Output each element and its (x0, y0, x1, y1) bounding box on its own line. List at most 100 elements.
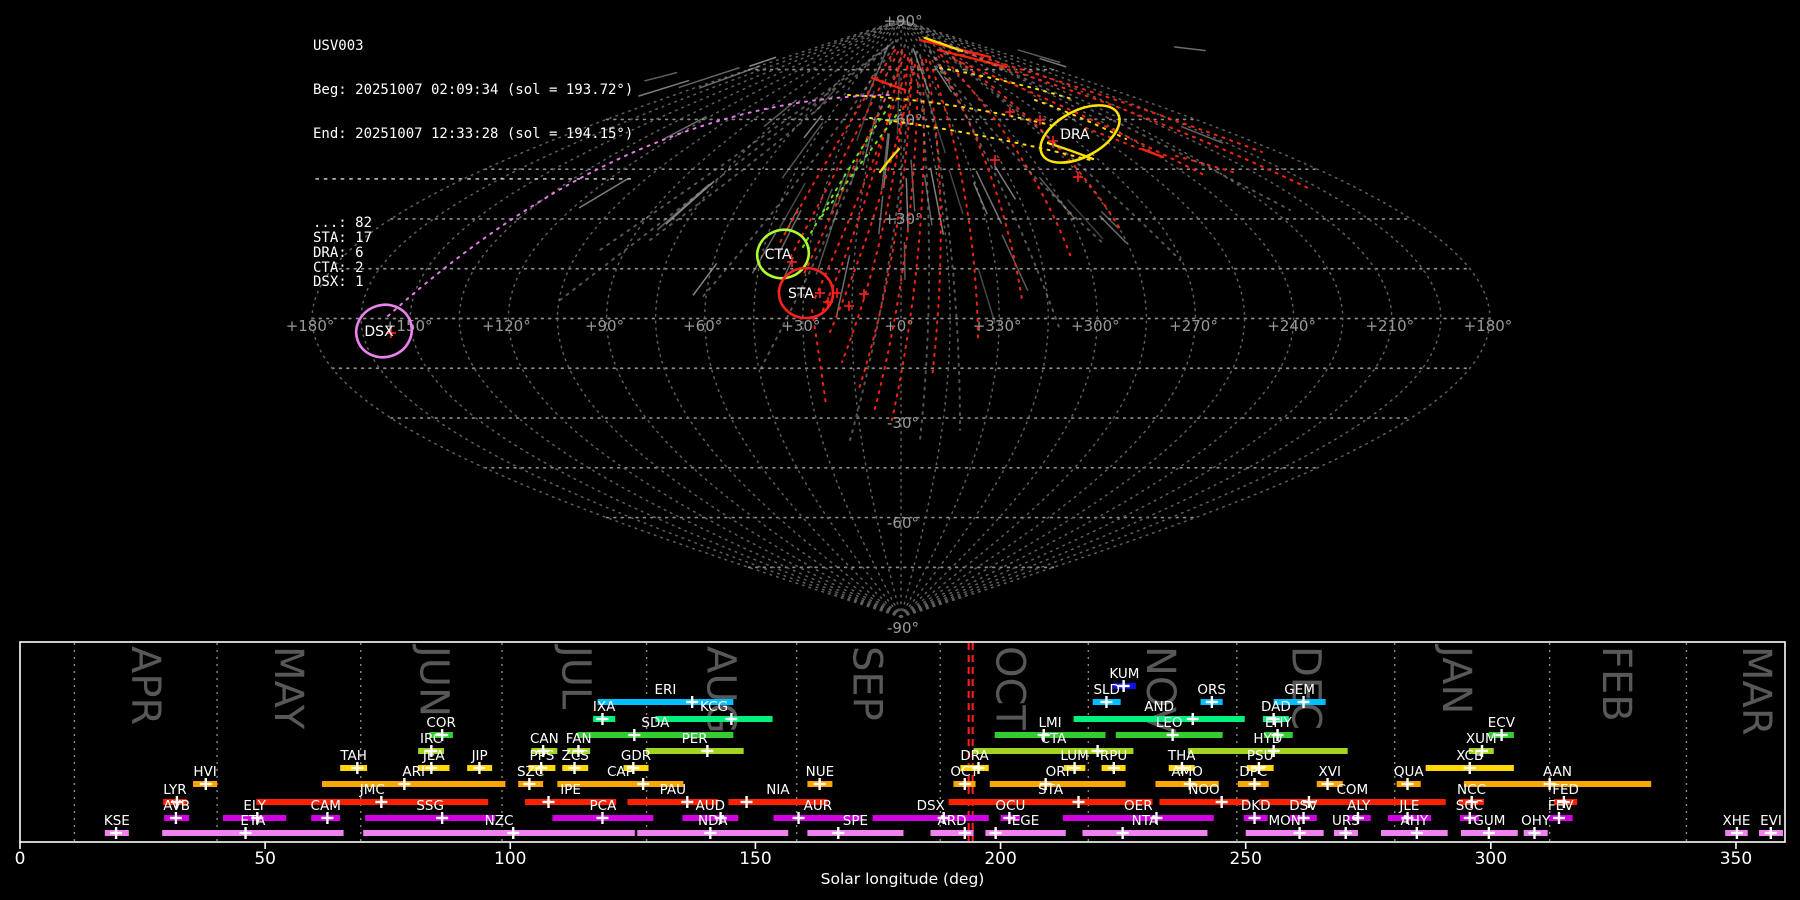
sporadic-meteor-segment (644, 71, 678, 82)
month-label: MAR (1733, 646, 1779, 736)
shower-label-pps: PPS (529, 748, 554, 764)
shower-label-ahy: AHY (1401, 813, 1429, 829)
latitude-label: +90° (883, 12, 922, 30)
sporadic-meteor-segment (1098, 215, 1128, 244)
radiant-activity-screen: { "header": { "station": "USV003", "beg"… (0, 0, 1800, 900)
shower-label-xcb: XCB (1456, 748, 1483, 764)
shower-label-jmc: JMC (359, 782, 385, 798)
shower-label-ocu: OCU (995, 798, 1025, 814)
shower-label-xvi: XVI (1319, 764, 1341, 780)
shower-label-xum: XUM (1466, 731, 1497, 747)
shower-bar-ssg (365, 815, 496, 821)
meteor-track (945, 51, 1123, 233)
shower-label-irc: IRC (420, 731, 442, 747)
sporadic-meteor-segment (656, 183, 710, 231)
shower-label-per: PER (682, 731, 708, 747)
shower-label-amo: AMO (1171, 764, 1203, 780)
shower-label-kum: KUM (1109, 666, 1139, 682)
shower-label-fan: FAN (566, 731, 592, 747)
shower-label-avb: AVB (163, 798, 190, 814)
shower-label-cap: CAP (607, 764, 634, 780)
shower-label-noo: NOO (1188, 782, 1219, 798)
shower-label-ecv: ECV (1488, 715, 1516, 731)
shower-label-psu: PSU (1247, 748, 1274, 764)
shower-label-qua: QUA (1394, 764, 1425, 780)
radiant-map-and-timeline: +180° +150° +120° +90° +60° +30° +0° +330° +300°… (15, 12, 1786, 888)
shower-label-urs: URS (1332, 813, 1360, 829)
shower-bar-eta (162, 830, 344, 836)
shower-label-xhe: XHE (1722, 813, 1750, 829)
latitude-label: -90° (887, 619, 919, 637)
shower-bar-dsx (872, 815, 989, 821)
count-line: STA: 17 (313, 229, 373, 246)
count-line: DRA: 6 (313, 244, 364, 261)
axis-tick-label: 200 (984, 849, 1016, 869)
axis-title: Solar longitude (deg) (821, 870, 985, 888)
meteor-track (870, 76, 907, 92)
longitude-label: +180° (286, 317, 335, 335)
shower-label-nzc: NZC (485, 813, 514, 829)
latitude-label: -60° (887, 514, 919, 532)
longitude-label: +90° (585, 317, 624, 335)
meteor-track (924, 44, 1106, 246)
meteor-track (923, 36, 964, 53)
shower-label-gdr: GDR (621, 748, 651, 764)
sporadic-meteor-segment (948, 169, 964, 215)
shower-label-hyd: HYD (1253, 731, 1282, 747)
radiant-label-dsx: DSX (364, 324, 394, 340)
shower-label-ors: ORS (1197, 682, 1226, 698)
shower-label-oct: OCT (950, 764, 979, 780)
longitude-label: +270° (1169, 317, 1218, 335)
shower-label-pca: PCA (590, 798, 618, 814)
shower-label-hvi: HVI (193, 764, 216, 780)
count-line: DSX: 1 (313, 274, 364, 291)
shower-label-dpc: DPC (1239, 764, 1267, 780)
shower-label-cta: CTA (1041, 731, 1068, 747)
shower-bar-per (645, 748, 744, 754)
shower-label-nda: NDA (698, 813, 728, 829)
month-label: MAY (265, 646, 311, 730)
sporadic-meteor-segment (910, 159, 916, 212)
shower-label-pau: PAU (660, 782, 686, 798)
shower-bar-sta (948, 799, 1153, 805)
shower-label-eri: ERI (654, 682, 676, 698)
radiant-label-dra: DRA (1060, 127, 1090, 143)
shower-label-szc: SZC (517, 764, 544, 780)
shower-bar-ari (322, 781, 506, 787)
shower-label-ely: ELY (243, 798, 266, 814)
shower-label-aan: AAN (1543, 764, 1572, 780)
shower-label-nta: NTA (1132, 813, 1159, 829)
shower-label-zcs: ZCS (562, 748, 589, 764)
meteor-track (649, 41, 894, 241)
longitude-label: +120° (482, 317, 531, 335)
shower-label-spe: SPE (843, 813, 868, 829)
axis-tick-label: 100 (494, 849, 526, 869)
axis-tick-label: 150 (739, 849, 771, 869)
shower-label-tah: TAH (339, 748, 367, 764)
shower-label-ehy: EHY (1265, 715, 1293, 731)
longitude-label: +60° (683, 317, 722, 335)
shower-label-ari: ARI (402, 764, 425, 780)
count-line: ...: 82 (313, 215, 373, 232)
month-label: OCT (986, 646, 1032, 730)
shower-label-aud: AUD (696, 798, 726, 814)
longitude-label: +210° (1365, 317, 1414, 335)
shower-bar-noo (1159, 799, 1249, 805)
shower-label-dsx: DSX (917, 798, 945, 814)
shower-label-scc: SCC (1456, 798, 1483, 814)
radiant-label-sta: STA (788, 286, 814, 302)
axis-tick-label: 350 (1720, 849, 1752, 869)
shower-label-dad: DAD (1261, 699, 1291, 715)
sporadic-meteor-segment (1001, 234, 1029, 292)
shower-bar-kcg (655, 716, 773, 722)
begin-time-line: Beg: 20251007 02:09:34 (sol = 193.72°) (313, 81, 634, 98)
separator-line: -------------------------------------- (313, 170, 634, 187)
shower-label-and: AND (1144, 699, 1174, 715)
shower-label-sda: SDA (641, 715, 670, 731)
shower-label-mon: MON (1268, 813, 1300, 829)
shower-label-dkd: DKD (1241, 798, 1271, 814)
station-id: USV003 (313, 37, 364, 54)
meteor-track (935, 57, 1023, 301)
longitude-label: +330° (973, 317, 1022, 335)
shower-label-tha: THA (1167, 748, 1196, 764)
